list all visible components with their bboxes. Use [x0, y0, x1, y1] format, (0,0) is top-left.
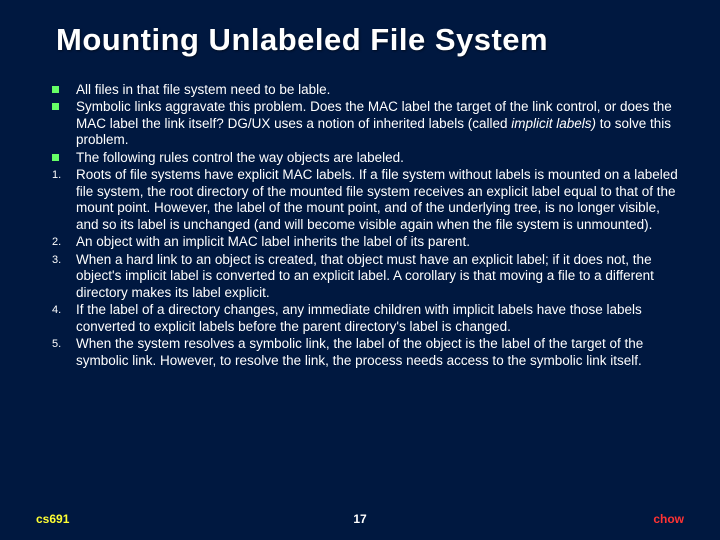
slide-footer: cs691 17 chow	[36, 512, 684, 526]
number-marker: 4.	[52, 302, 76, 317]
numbered-text: When a hard link to an object is created…	[76, 252, 680, 301]
page-number: 17	[353, 512, 366, 526]
bullet-icon	[52, 82, 76, 93]
numbered-item: 3. When a hard link to an object is crea…	[52, 252, 680, 301]
number-marker: 2.	[52, 234, 76, 249]
bullet-icon	[52, 99, 76, 110]
italic-text: implicit labels)	[511, 116, 596, 131]
numbered-text: If the label of a directory changes, any…	[76, 302, 680, 335]
slide-title: Mounting Unlabeled File System	[56, 22, 684, 58]
number-marker: 5.	[52, 336, 76, 351]
numbered-item: 4. If the label of a directory changes, …	[52, 302, 680, 335]
bullet-item: Symbolic links aggravate this problem. D…	[52, 99, 680, 148]
footer-right: chow	[653, 512, 684, 526]
bullet-item: All files in that file system need to be…	[52, 82, 680, 98]
slide-content: All files in that file system need to be…	[52, 82, 680, 369]
numbered-item: 1. Roots of file systems have explicit M…	[52, 167, 680, 233]
bullet-text: Symbolic links aggravate this problem. D…	[76, 99, 680, 148]
number-marker: 1.	[52, 167, 76, 182]
numbered-text: Roots of file systems have explicit MAC …	[76, 167, 680, 233]
footer-left: cs691	[36, 512, 69, 526]
bullet-text: The following rules control the way obje…	[76, 150, 680, 166]
bullet-text: All files in that file system need to be…	[76, 82, 680, 98]
numbered-item: 5. When the system resolves a symbolic l…	[52, 336, 680, 369]
numbered-text: When the system resolves a symbolic link…	[76, 336, 680, 369]
bullet-icon	[52, 150, 76, 161]
slide: Mounting Unlabeled File System All files…	[0, 0, 720, 540]
bullet-item: The following rules control the way obje…	[52, 150, 680, 166]
number-marker: 3.	[52, 252, 76, 267]
numbered-item: 2. An object with an implicit MAC label …	[52, 234, 680, 250]
numbered-text: An object with an implicit MAC label inh…	[76, 234, 680, 250]
